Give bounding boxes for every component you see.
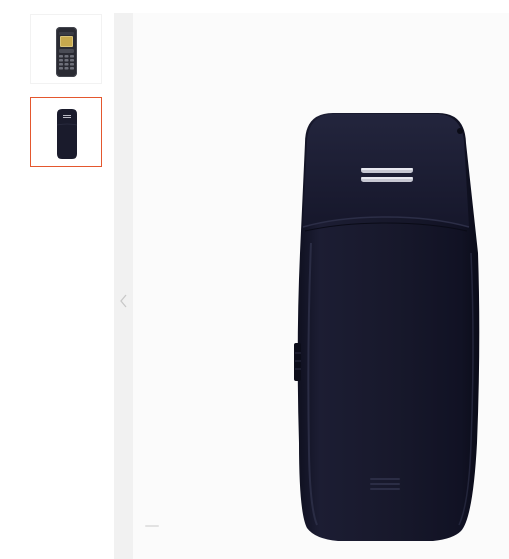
prev-image-button[interactable] bbox=[116, 290, 132, 312]
thumbnail-phone-front[interactable] bbox=[30, 14, 102, 84]
chevron-left-icon bbox=[120, 294, 127, 308]
phone-back-icon bbox=[145, 113, 480, 541]
phone-back-icon bbox=[56, 109, 78, 159]
thumbnail-phone-back[interactable] bbox=[30, 97, 102, 167]
phone-front-icon bbox=[56, 27, 77, 77]
product-image-gallery bbox=[0, 0, 509, 559]
gallery-nav-rail bbox=[114, 13, 133, 559]
main-product-image bbox=[133, 13, 509, 559]
